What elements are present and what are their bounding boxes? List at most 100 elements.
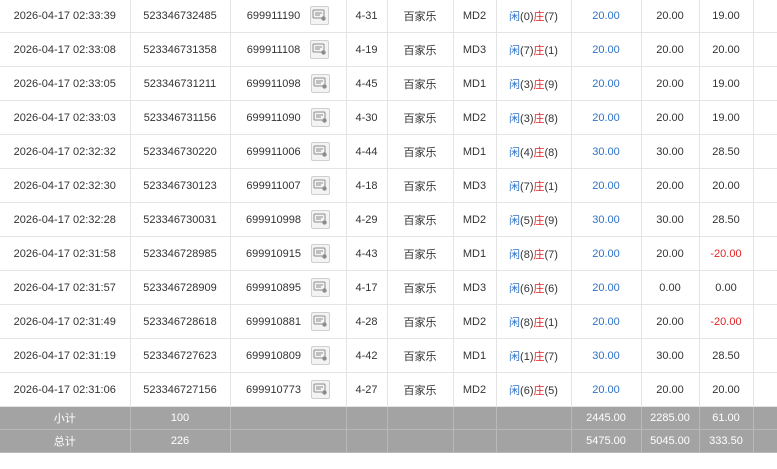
banker-label: 庄 [533, 44, 545, 57]
bet-time: 2026-04-17 02:31:49 [0, 304, 131, 339]
round-id: 699910809 [245, 349, 302, 362]
table-number: 4-43 [346, 236, 388, 271]
summary-label: 小计 [0, 406, 131, 430]
summary-valid: 2285.00 [641, 406, 700, 430]
video-replay-icon[interactable] [310, 176, 330, 195]
empty-cell [753, 100, 777, 135]
summary-row: 总计 226 5475.00 5045.00 333.50 [0, 429, 777, 453]
game-type: MD2 [453, 202, 497, 237]
video-replay-icon[interactable] [311, 278, 331, 297]
bet-id: 523346732485 [130, 0, 231, 33]
round-id-cell: 699910809 [230, 338, 347, 373]
game-type: MD2 [453, 0, 497, 33]
bet-id: 523346728909 [130, 270, 231, 305]
round-id-cell: 699911006 [230, 134, 347, 169]
table-row: 2026-04-17 02:31:49 523346728618 6999108… [0, 304, 777, 339]
empty-cell [753, 32, 777, 67]
banker-label: 庄 [533, 146, 545, 159]
game-name: 百家乐 [387, 134, 454, 169]
win-loss: 19.00 [699, 66, 754, 101]
bet-amount: 20.00 [571, 236, 642, 271]
game-name: 百家乐 [387, 304, 454, 339]
banker-score: (9) [544, 78, 558, 91]
bet-id: 523346727623 [130, 338, 231, 373]
player-score: (8) [520, 248, 534, 261]
valid-bet: 20.00 [641, 372, 700, 407]
banker-label: 庄 [533, 112, 545, 125]
empty-cell [230, 406, 347, 430]
game-result: 闲(5)庄(9) [496, 202, 572, 237]
round-id: 699911098 [246, 77, 301, 90]
win-loss: 19.00 [699, 100, 754, 135]
game-result: 闲(8)庄(7) [496, 236, 572, 271]
banker-label: 庄 [533, 78, 545, 91]
player-score: (5) [520, 214, 534, 227]
video-replay-icon[interactable] [311, 244, 331, 263]
win-loss: 28.50 [699, 202, 754, 237]
banker-score: (6) [544, 282, 558, 295]
bet-id: 523346727156 [130, 372, 231, 407]
video-replay-icon[interactable] [310, 74, 330, 93]
banker-label: 庄 [533, 248, 545, 261]
player-score: (3) [520, 112, 534, 125]
table-row: 2026-04-17 02:32:32 523346730220 6999110… [0, 134, 777, 169]
win-loss: 0.00 [699, 270, 754, 305]
table-row: 2026-04-17 02:31:06 523346727156 6999107… [0, 372, 777, 407]
player-label: 闲 [509, 112, 521, 125]
empty-cell [753, 338, 777, 373]
video-replay-icon[interactable] [310, 6, 330, 25]
bet-time: 2026-04-17 02:31:19 [0, 338, 131, 373]
player-score: (1) [520, 350, 534, 363]
table-number: 4-44 [346, 134, 388, 169]
video-replay-icon[interactable] [310, 142, 330, 161]
bet-id: 523346728985 [130, 236, 231, 271]
bet-time: 2026-04-17 02:33:08 [0, 32, 131, 67]
table-number: 4-27 [346, 372, 388, 407]
game-result: 闲(4)庄(8) [496, 134, 572, 169]
valid-bet: 20.00 [641, 304, 700, 339]
banker-label: 庄 [533, 10, 545, 23]
summary-label: 总计 [0, 429, 131, 453]
round-id: 699910895 [245, 281, 302, 294]
empty-cell [753, 66, 777, 101]
empty-cell [496, 406, 572, 430]
round-id-cell: 699911090 [230, 100, 347, 135]
bet-amount: 20.00 [571, 304, 642, 339]
table-row: 2026-04-17 02:33:05 523346731211 6999110… [0, 66, 777, 101]
banker-score: (7) [544, 350, 558, 363]
player-label: 闲 [509, 44, 521, 57]
table-row: 2026-04-17 02:33:39 523346732485 6999111… [0, 0, 777, 33]
game-name: 百家乐 [387, 100, 454, 135]
game-result: 闲(0)庄(7) [496, 0, 572, 33]
player-label: 闲 [509, 316, 521, 329]
bet-records-table: 2026-04-17 02:33:39 523346732485 6999111… [0, 0, 777, 453]
valid-bet: 30.00 [641, 134, 700, 169]
player-score: (0) [520, 10, 534, 23]
summary-valid: 5045.00 [641, 429, 700, 453]
empty-cell [453, 429, 497, 453]
bet-time: 2026-04-17 02:33:05 [0, 66, 131, 101]
win-loss: 20.00 [699, 32, 754, 67]
game-name: 百家乐 [387, 236, 454, 271]
video-replay-icon[interactable] [311, 346, 331, 365]
video-replay-icon[interactable] [310, 108, 330, 127]
empty-cell [753, 202, 777, 237]
player-score: (7) [520, 180, 534, 193]
video-replay-icon[interactable] [311, 210, 331, 229]
video-replay-icon[interactable] [311, 380, 331, 399]
round-id-cell: 699911108 [230, 32, 347, 67]
banker-score: (5) [544, 384, 558, 397]
video-replay-icon[interactable] [311, 312, 331, 331]
video-replay-icon[interactable] [310, 40, 330, 59]
player-label: 闲 [509, 350, 521, 363]
table-row: 2026-04-17 02:33:03 523346731156 6999110… [0, 100, 777, 135]
valid-bet: 20.00 [641, 236, 700, 271]
empty-cell [346, 429, 388, 453]
game-type: MD3 [453, 32, 497, 67]
empty-cell [346, 406, 388, 430]
win-loss: 20.00 [699, 168, 754, 203]
bet-amount: 20.00 [571, 270, 642, 305]
banker-label: 庄 [533, 350, 545, 363]
round-id: 699910773 [245, 383, 302, 396]
table-number: 4-19 [346, 32, 388, 67]
